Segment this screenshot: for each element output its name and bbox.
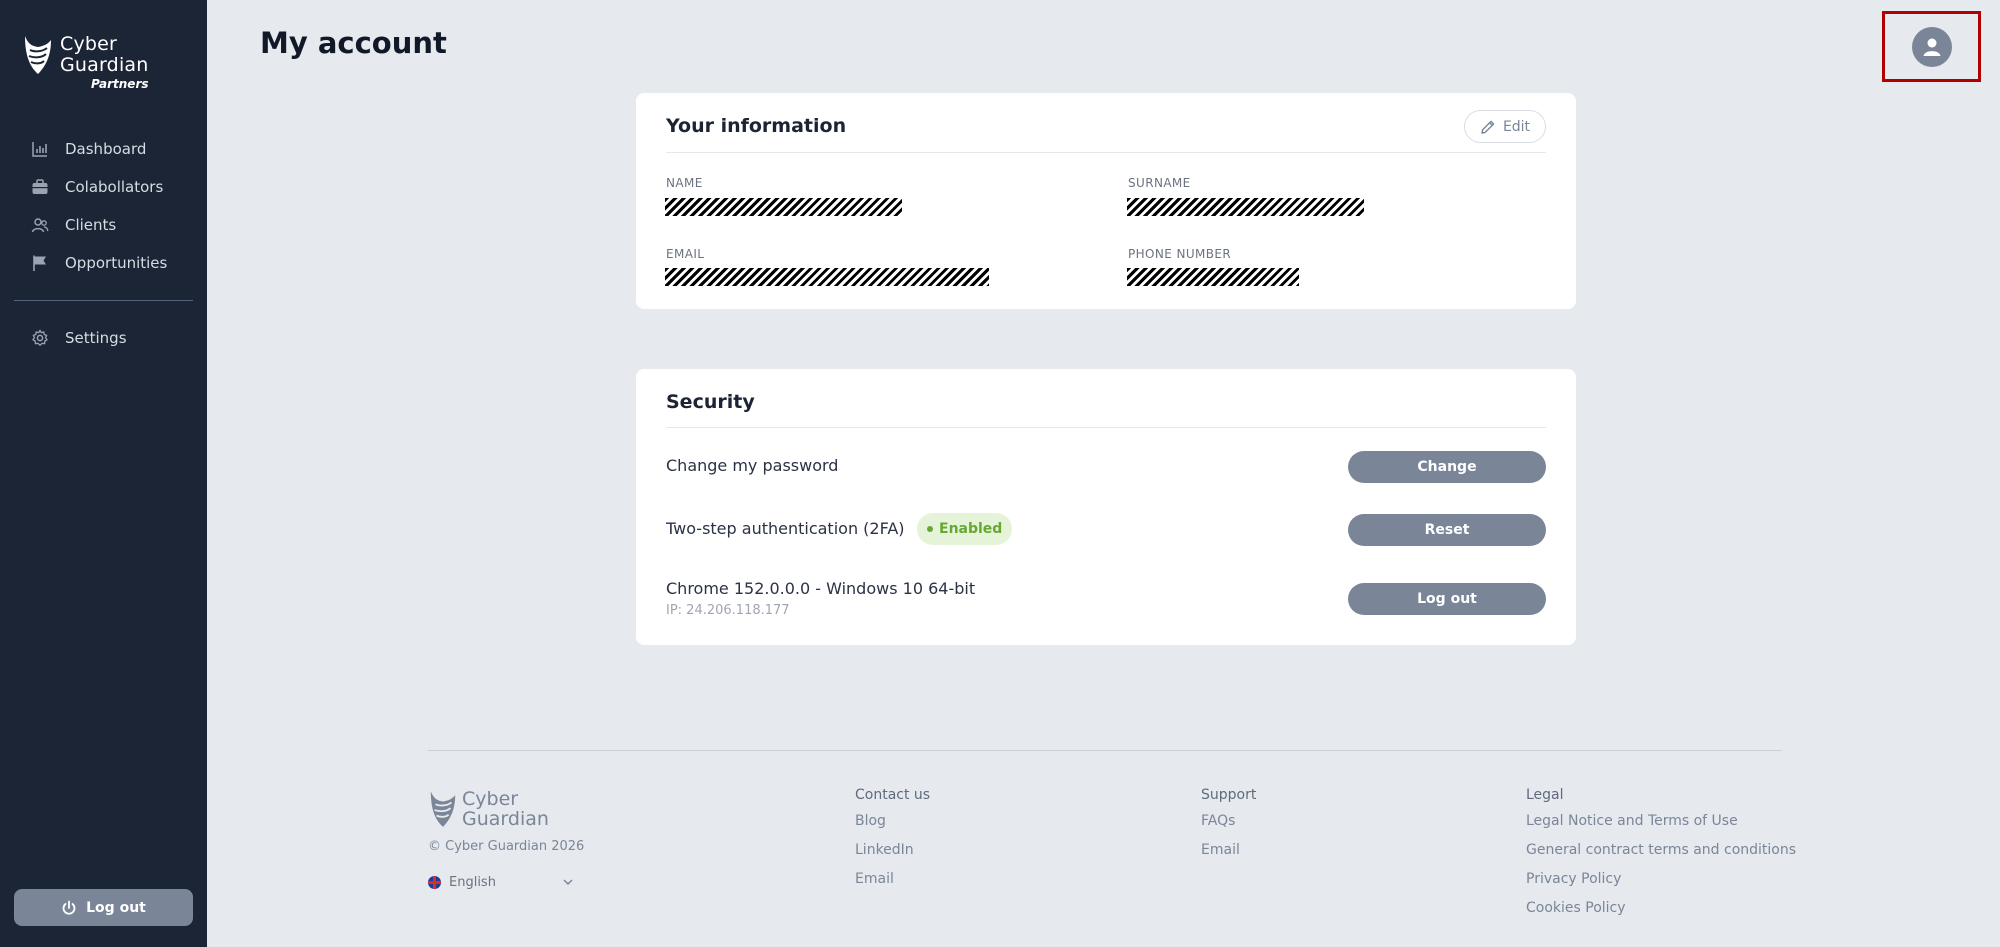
sidebar-item-label: Colabollators <box>65 178 164 196</box>
guardian-shield-icon <box>25 36 51 74</box>
brand-name-line1: Cyber <box>60 33 118 55</box>
security-card-divider <box>666 427 1546 428</box>
edit-button[interactable]: Edit <box>1464 110 1546 143</box>
sidebar-item-opportunities[interactable]: Opportunities <box>0 244 207 282</box>
sidebar-item-label: Clients <box>65 216 117 234</box>
brand-name-line2: Guardian <box>60 54 149 76</box>
avatar-highlight[interactable] <box>1882 11 1981 82</box>
briefcase-icon <box>30 177 50 197</box>
footer-support-column: Support FAQs Email <box>1201 787 1256 869</box>
user-icon <box>1923 38 1940 56</box>
pencil-icon <box>1481 120 1495 134</box>
email-value-redacted <box>665 268 989 286</box>
footer-link-email[interactable]: Email <box>855 869 930 898</box>
sidebar-item-clients[interactable]: Clients <box>0 206 207 244</box>
surname-label: SURNAME <box>1128 176 1191 190</box>
footer-legal-heading: Legal <box>1526 787 1564 803</box>
footer-brand-line1: Cyber <box>462 788 519 810</box>
footer-link-support-email[interactable]: Email <box>1201 840 1256 869</box>
brand-tagline: Partners <box>90 77 149 91</box>
footer-link-cookies[interactable]: Cookies Policy <box>1526 898 1796 927</box>
avatar[interactable] <box>1911 26 1952 67</box>
sidebar-item-label: Settings <box>65 329 127 347</box>
name-label: NAME <box>666 176 703 190</box>
reset-2fa-button-label: Reset <box>1424 522 1470 538</box>
sidebar-logout-button[interactable]: Log out <box>14 889 193 926</box>
footer-link-linkedin[interactable]: LinkedIn <box>855 840 930 869</box>
session-device-label: Chrome 152.0.0.0 - Windows 10 64-bit <box>666 579 976 598</box>
page-title: My account <box>260 26 447 60</box>
users-icon <box>30 215 50 235</box>
security-card-title: Security <box>666 391 755 413</box>
sidebar-item-label: Opportunities <box>65 254 168 272</box>
brand-logo[interactable]: Cyber Guardian Partners <box>22 34 149 91</box>
email-label: EMAIL <box>666 247 705 261</box>
security-card: Security Change my password Change Two-s… <box>636 369 1576 645</box>
phone-value-redacted <box>1127 268 1299 286</box>
uk-flag-icon <box>428 875 441 889</box>
sidebar-nav: Dashboard Colabollators Clients Opportun… <box>0 130 207 357</box>
twofa-label: Two-step authentication (2FA) <box>666 519 905 538</box>
gear-icon <box>30 328 50 348</box>
footer-link-legal-notice[interactable]: Legal Notice and Terms of Use <box>1526 811 1796 840</box>
sidebar-divider <box>14 300 193 301</box>
footer-link-blog[interactable]: Blog <box>855 811 930 840</box>
session-ip: IP: 24.206.118.177 <box>666 603 790 618</box>
twofa-status-text: Enabled <box>939 521 1003 537</box>
session-logout-button-label: Log out <box>1417 591 1477 607</box>
name-value-redacted <box>665 198 902 216</box>
sidebar-logout-label: Log out <box>86 899 146 916</box>
footer-link-contract-terms[interactable]: General contract terms and conditions <box>1526 840 1796 869</box>
twofa-status-badge: Enabled <box>917 513 1013 545</box>
reset-2fa-button[interactable]: Reset <box>1348 514 1546 546</box>
session-logout-button[interactable]: Log out <box>1348 583 1546 615</box>
footer-brand-line2: Guardian <box>462 808 549 830</box>
footer-support-heading: Support <box>1201 787 1257 803</box>
change-password-button[interactable]: Change <box>1348 451 1546 483</box>
sidebar: Cyber Guardian Partners Dashboard Colabo… <box>0 0 207 947</box>
info-card: Your information Edit NAME SURNAME EMAIL… <box>636 93 1576 309</box>
sidebar-item-dashboard[interactable]: Dashboard <box>0 130 207 168</box>
language-value: English <box>449 874 496 890</box>
footer-copyright: © Cyber Guardian 2026 <box>428 839 585 854</box>
info-card-title: Your information <box>666 115 847 137</box>
status-dot <box>927 526 933 532</box>
power-icon <box>62 900 76 915</box>
edit-label: Edit <box>1502 118 1531 135</box>
footer-link-faqs[interactable]: FAQs <box>1201 811 1256 840</box>
surname-value-redacted <box>1127 198 1364 216</box>
guardian-shield-icon <box>430 791 456 827</box>
flag-icon <box>30 253 50 273</box>
sidebar-item-label: Dashboard <box>65 140 147 158</box>
bar-chart-icon <box>30 139 50 159</box>
language-select[interactable]: English <box>428 872 574 892</box>
change-password-button-label: Change <box>1417 459 1477 475</box>
footer-divider <box>428 750 1782 751</box>
footer-brand-logo: Cyber Guardian <box>428 789 549 829</box>
sidebar-item-settings[interactable]: Settings <box>0 319 207 357</box>
chevron-down-icon <box>563 879 573 886</box>
info-card-divider <box>666 152 1546 153</box>
footer-legal-column: Legal Legal Notice and Terms of Use Gene… <box>1526 787 1796 927</box>
phone-label: PHONE NUMBER <box>1128 247 1232 261</box>
change-password-label: Change my password <box>666 456 839 475</box>
footer-contact-column: Contact us Blog LinkedIn Email <box>855 787 930 898</box>
footer-contact-heading: Contact us <box>855 787 931 803</box>
sidebar-item-colabollators[interactable]: Colabollators <box>0 168 207 206</box>
footer-link-privacy[interactable]: Privacy Policy <box>1526 869 1796 898</box>
